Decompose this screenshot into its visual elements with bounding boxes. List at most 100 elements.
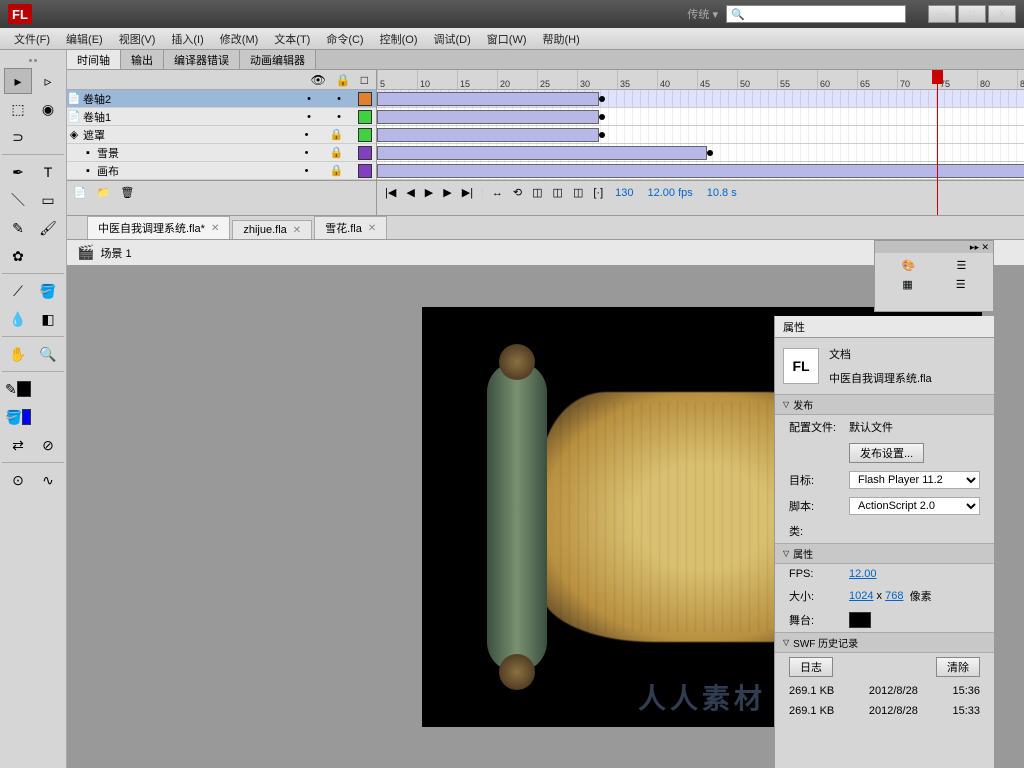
menu-file[interactable]: 文件(F) — [6, 29, 58, 49]
snap-tool[interactable]: ⊙ — [4, 467, 32, 493]
markers-button[interactable]: [·] — [591, 187, 605, 199]
panel-grip[interactable]: ▸▸ ✕ — [875, 241, 993, 253]
menu-help[interactable]: 帮助(H) — [535, 29, 588, 49]
bone-tool[interactable]: ⟋ — [4, 278, 32, 304]
close-icon[interactable]: ✕ — [293, 225, 301, 236]
onion-skin-button[interactable]: ◫ — [530, 186, 544, 199]
paint-bucket-tool[interactable]: 🪣 — [34, 278, 62, 304]
center-frame-button[interactable]: ↔ — [490, 187, 505, 199]
search-input[interactable]: 🔍 — [726, 5, 906, 23]
width-value[interactable]: 1024 — [849, 590, 873, 602]
doc-tab[interactable]: zhijue.fla✕ — [232, 220, 312, 239]
new-folder-button[interactable]: 📁 — [97, 186, 111, 199]
text-tool[interactable]: T — [34, 159, 62, 185]
delete-layer-button[interactable]: 🗑 — [120, 186, 134, 199]
target-select[interactable]: Flash Player 11.2 — [849, 471, 980, 489]
tab-timeline[interactable]: 时间轴 — [67, 50, 121, 69]
script-select[interactable]: ActionScript 2.0 — [849, 497, 980, 515]
frame-row[interactable] — [377, 108, 1024, 126]
playhead[interactable] — [937, 70, 938, 215]
frame-row[interactable] — [377, 90, 1024, 108]
swap-colors[interactable]: ⇄ — [4, 432, 32, 458]
log-button[interactable]: 日志 — [789, 657, 833, 677]
prev-frame-button[interactable]: ◀ — [404, 186, 416, 199]
minimize-button[interactable]: — — [928, 5, 956, 23]
scene-name[interactable]: 场景 1 — [100, 245, 131, 261]
play-button[interactable]: ▶ — [423, 186, 435, 199]
close-icon[interactable]: ✕ — [368, 223, 376, 234]
frame-row[interactable] — [377, 144, 1024, 162]
rectangle-tool[interactable]: ▭ — [34, 187, 62, 213]
menu-view[interactable]: 视图(V) — [111, 29, 164, 49]
line-tool[interactable]: ＼ — [4, 187, 32, 213]
onion-outline-button[interactable]: ◫ — [551, 186, 565, 199]
layer-row[interactable]: 📄卷轴1•• — [67, 108, 376, 126]
menu-commands[interactable]: 命令(C) — [318, 29, 371, 49]
smooth-tool[interactable]: ∿ — [34, 467, 62, 493]
edit-multiple-button[interactable]: ◫ — [571, 186, 585, 199]
no-color[interactable]: ⊘ — [34, 432, 62, 458]
menu-modify[interactable]: 修改(M) — [212, 29, 267, 49]
publish-section[interactable]: 发布 — [775, 394, 994, 415]
doc-tab[interactable]: 雪花.fla✕ — [314, 216, 387, 239]
swatches-grid-icon[interactable]: ▦ — [902, 278, 912, 291]
frames-column[interactable]: 5101520253035404550556065707580859095100… — [377, 70, 1024, 215]
fps-value[interactable]: 12.00 — [849, 568, 877, 580]
eye-icon[interactable]: 👁 — [311, 73, 326, 87]
clear-button[interactable]: 清除 — [936, 657, 980, 677]
menu-edit[interactable]: 编辑(E) — [58, 29, 111, 49]
swatches-list-icon[interactable]: ☰ — [956, 278, 966, 291]
workspace-switcher[interactable]: 传统 ▾ — [687, 6, 718, 22]
deco-tool[interactable]: ✿ — [4, 243, 32, 269]
new-layer-button[interactable]: 📄 — [73, 186, 87, 199]
close-icon[interactable]: ✕ — [211, 223, 219, 234]
height-value[interactable]: 768 — [885, 590, 903, 602]
color-palette-icon[interactable]: 🎨 — [902, 259, 916, 272]
brush-tool[interactable]: 🖌 — [34, 215, 62, 241]
layer-row[interactable]: ▪雪景•🔒 — [67, 144, 376, 162]
selection-tool[interactable]: ▸ — [4, 68, 32, 94]
fill-color[interactable]: 🪣 — [4, 404, 32, 430]
frame-row[interactable] — [377, 162, 1024, 180]
doc-tab[interactable]: 中医自我调理系统.fla*✕ — [87, 216, 230, 239]
layer-row[interactable]: 📄卷轴2•• — [67, 90, 376, 108]
frames-ruler[interactable]: 5101520253035404550556065707580859095100… — [377, 70, 1024, 90]
first-frame-button[interactable]: |◀ — [383, 186, 398, 199]
zoom-tool[interactable]: 🔍 — [34, 341, 62, 367]
3d-rotation-tool[interactable]: ◉ — [34, 96, 62, 122]
frame-row[interactable] — [377, 126, 1024, 144]
hand-tool[interactable]: ✋ — [4, 341, 32, 367]
last-frame-button[interactable]: ▶| — [460, 186, 475, 199]
swf-history-section[interactable]: SWF 历史记录 — [775, 632, 994, 653]
menu-debug[interactable]: 调试(D) — [426, 29, 479, 49]
layer-row[interactable]: ◈遮罩•🔒 — [67, 126, 376, 144]
properties-tab[interactable]: 属性 — [775, 316, 994, 338]
eraser-tool[interactable]: ◧ — [34, 306, 62, 332]
attributes-section[interactable]: 属性 — [775, 543, 994, 564]
tab-motion-editor[interactable]: 动画编辑器 — [240, 50, 316, 69]
subselection-tool[interactable]: ▹ — [34, 68, 62, 94]
color-menu-icon[interactable]: ☰ — [957, 259, 967, 272]
floating-color-panel[interactable]: ▸▸ ✕ 🎨 ☰ ▦ ☰ — [874, 240, 994, 312]
publish-settings-button[interactable]: 发布设置... — [849, 443, 924, 463]
pen-tool[interactable]: ✒ — [4, 159, 32, 185]
menu-insert[interactable]: 插入(I) — [163, 29, 211, 49]
loop-button[interactable]: ⟲ — [511, 186, 524, 199]
outline-icon[interactable]: □ — [361, 73, 368, 87]
maximize-button[interactable]: □ — [958, 5, 986, 23]
menu-text[interactable]: 文本(T) — [266, 29, 318, 49]
free-transform-tool[interactable]: ⬚ — [4, 96, 32, 122]
close-button[interactable]: X — [988, 5, 1016, 23]
menu-control[interactable]: 控制(O) — [372, 29, 426, 49]
next-frame-button[interactable]: ▶ — [441, 186, 453, 199]
lasso-tool[interactable]: ⊃ — [4, 124, 32, 150]
layer-row[interactable]: ▪画布•🔒 — [67, 162, 376, 180]
lock-icon[interactable]: 🔒 — [336, 73, 351, 87]
tab-output[interactable]: 输出 — [121, 50, 164, 69]
menu-window[interactable]: 窗口(W) — [479, 29, 535, 49]
pencil-tool[interactable]: ✎ — [4, 215, 32, 241]
eyedropper-tool[interactable]: 💧 — [4, 306, 32, 332]
stroke-color[interactable]: ✎ — [4, 376, 32, 402]
stage-color-swatch[interactable] — [849, 612, 871, 628]
tab-compiler-errors[interactable]: 编译器错误 — [164, 50, 240, 69]
